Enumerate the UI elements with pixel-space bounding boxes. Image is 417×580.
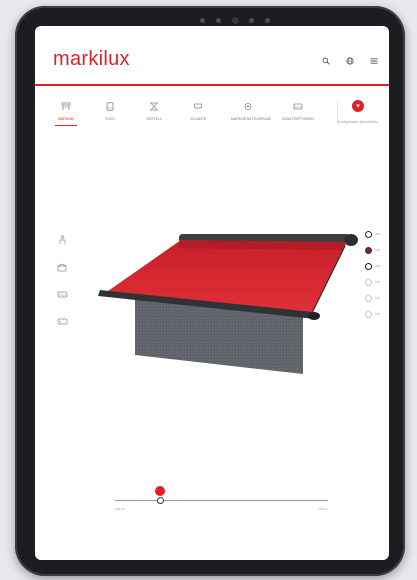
tab-label: MARKISE bbox=[58, 117, 74, 121]
fabric-icon bbox=[106, 102, 114, 111]
sensor-dot bbox=[265, 17, 270, 23]
color-label: 340 bbox=[375, 264, 381, 268]
valance-icon bbox=[194, 103, 202, 109]
color-label: 330 bbox=[375, 248, 381, 252]
view-toolbar bbox=[55, 234, 69, 342]
view-side-icon[interactable] bbox=[55, 288, 69, 300]
awning-front-bar-end bbox=[308, 312, 320, 320]
color-swatch bbox=[365, 278, 372, 286]
view-top-icon[interactable] bbox=[55, 315, 69, 327]
color-swatch-selected bbox=[365, 246, 372, 254]
color-option[interactable]: 300 bbox=[365, 229, 380, 239]
site-header: markilux bbox=[35, 26, 389, 86]
search-icon[interactable] bbox=[321, 56, 331, 66]
configurator-tabs: MARKISE TUCH GESTELL VOLANTE MARKISENSTE… bbox=[49, 102, 349, 132]
tab-zusatzoptionen[interactable]: ZUSATZOPTIONEN bbox=[281, 102, 315, 121]
color-swatch bbox=[365, 294, 372, 302]
configurator-screen: markilux MARKISE TUCH GESTELL VOLANTE MA… bbox=[35, 26, 389, 560]
tab-label: ZUSATZOPTIONEN bbox=[282, 117, 314, 121]
sensor-dot bbox=[215, 17, 221, 23]
slider-max-label: 700 cm bbox=[318, 507, 328, 511]
options-icon bbox=[293, 103, 303, 110]
width-slider[interactable]: 180 cm 700 cm bbox=[115, 486, 335, 516]
slider-track[interactable] bbox=[115, 500, 328, 501]
configurator-label: Konfiguration abschließen bbox=[337, 120, 379, 124]
color-label: 130 bbox=[375, 312, 381, 316]
brand-logo[interactable]: markilux bbox=[53, 48, 130, 71]
sensor-dot bbox=[200, 17, 205, 23]
tab-markise[interactable]: MARKISE bbox=[49, 102, 83, 126]
tab-label: VOLANTE bbox=[189, 117, 207, 121]
menu-icon[interactable] bbox=[369, 56, 379, 66]
color-option[interactable]: 340 bbox=[365, 261, 380, 271]
tab-label: MARKISENSTEUERUNG bbox=[231, 117, 272, 121]
download-icon bbox=[352, 100, 364, 112]
color-option[interactable]: 330 bbox=[365, 245, 380, 255]
tab-label: TUCH bbox=[105, 117, 115, 121]
slider-handle[interactable] bbox=[157, 497, 164, 504]
tab-tuch[interactable]: TUCH bbox=[93, 102, 127, 121]
color-swatch bbox=[365, 310, 372, 318]
color-option[interactable]: 130 bbox=[365, 309, 380, 319]
frame-icon bbox=[150, 102, 158, 111]
camera-lens bbox=[231, 16, 239, 24]
sensor-dot bbox=[249, 17, 255, 23]
color-option[interactable]: 110 bbox=[365, 277, 380, 287]
color-label: 300 bbox=[375, 232, 381, 236]
awning-3d-preview[interactable] bbox=[95, 224, 365, 374]
finish-configuration-button[interactable]: Konfiguration abschließen bbox=[327, 100, 389, 124]
awning-cassette-end bbox=[344, 234, 358, 246]
color-label: 110 bbox=[375, 280, 380, 284]
slider-value-bubble bbox=[155, 486, 165, 496]
control-icon bbox=[244, 103, 252, 110]
tab-markisensteuerung[interactable]: MARKISENSTEUERUNG bbox=[231, 102, 272, 121]
slider-min-label: 180 cm bbox=[115, 507, 125, 511]
color-option[interactable]: 120 bbox=[365, 293, 380, 303]
tab-label: GESTELL bbox=[146, 117, 162, 121]
view-front-icon[interactable] bbox=[55, 261, 69, 273]
tab-gestell[interactable]: GESTELL bbox=[137, 102, 171, 121]
color-label: 120 bbox=[375, 296, 381, 300]
color-swatch bbox=[365, 230, 372, 238]
person-icon[interactable] bbox=[55, 234, 69, 246]
awning-icon bbox=[61, 102, 71, 110]
camera-bar bbox=[200, 16, 270, 24]
globe-icon[interactable] bbox=[345, 56, 355, 66]
color-swatch bbox=[365, 262, 372, 270]
tab-volante[interactable]: VOLANTE bbox=[181, 102, 215, 121]
color-selector: 300 330 340 110 120 130 bbox=[365, 229, 380, 325]
